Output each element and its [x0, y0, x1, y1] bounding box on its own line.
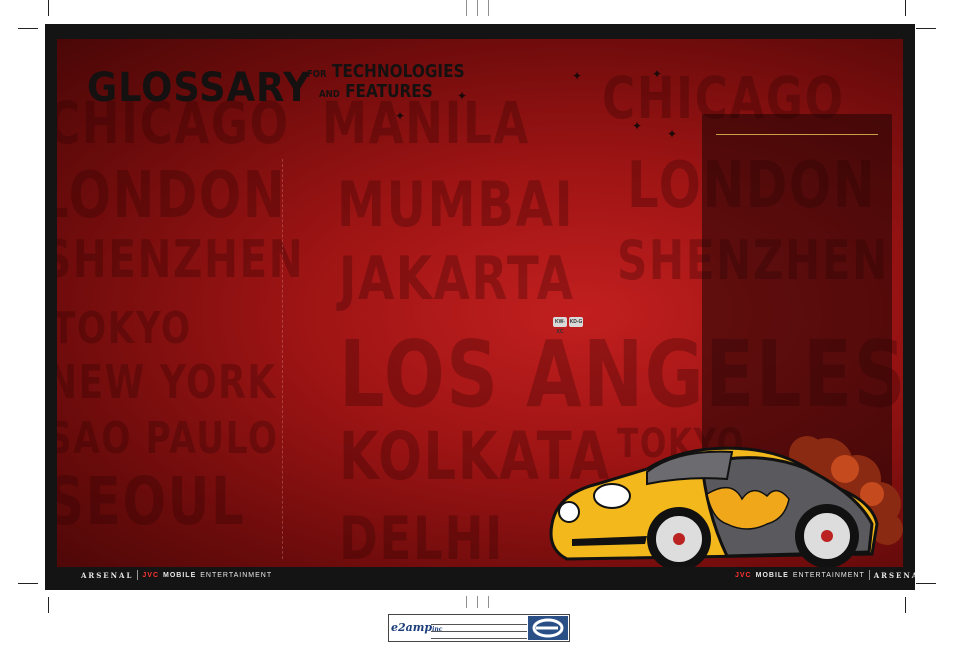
jvc-logo: JVC — [735, 571, 752, 579]
fold-mark — [477, 0, 478, 16]
crop-mark — [905, 0, 906, 16]
footer-mobile: MOBILE — [755, 571, 789, 579]
crop-mark — [48, 597, 49, 613]
arsenal-logo: ARSENAL — [873, 570, 915, 580]
bg-city-word: JAKARTA — [339, 244, 575, 314]
fold-mark — [488, 596, 489, 608]
title-technologies-line: FOR TECHNOLOGIES — [307, 61, 465, 82]
title-for: FOR — [307, 69, 327, 80]
bg-city-word: SHENZHEN — [57, 230, 305, 290]
star-decoration: ✦ — [572, 69, 583, 83]
page-spread: CHICAGO MANILA CHICAGO LONDON MUMBAI LON… — [45, 24, 915, 590]
footer-right: JVC MOBILE ENTERTAINMENT ARSENAL — [735, 567, 915, 583]
arsenal-logo: ARSENAL — [81, 570, 134, 580]
star-decoration: ✦ — [652, 67, 663, 81]
bg-city-word: MUMBAI — [337, 168, 575, 241]
stamp-lines — [431, 618, 527, 639]
crop-mark — [18, 28, 38, 29]
crop-mark — [48, 0, 49, 16]
star-decoration: ✦ — [632, 119, 643, 133]
headlight — [558, 501, 580, 523]
model-badge: KW-XC — [553, 317, 567, 335]
fold-mark — [466, 596, 467, 608]
headlight — [593, 483, 631, 509]
e2amp-wordmark: e2amp — [391, 621, 433, 634]
footer-mobile: MOBILE — [163, 571, 197, 579]
e2amp-logo: e2ampinc — [391, 617, 442, 639]
star-decoration: ✦ — [457, 89, 468, 103]
wheel — [795, 504, 859, 567]
gold-rule — [716, 134, 878, 135]
crop-mark — [916, 28, 936, 29]
footer-divider — [868, 570, 870, 580]
title-features-line: AND FEATURES — [319, 81, 433, 102]
star-decoration: ✦ — [395, 109, 406, 123]
model-badge: KD-G — [569, 317, 583, 327]
fold-mark — [488, 0, 489, 16]
page-fold-line — [282, 159, 284, 559]
fold-mark — [477, 596, 478, 608]
car-windshield — [646, 450, 734, 486]
footer-entertainment: ENTERTAINMENT — [200, 571, 273, 579]
bg-city-word: SEOUL — [57, 463, 246, 540]
printer-stamp: e2ampinc — [388, 614, 570, 642]
crop-mark — [916, 583, 936, 584]
bg-city-word: TOKYO — [57, 303, 192, 354]
title-features: FEATURES — [345, 81, 433, 102]
page-title: GLOSSARY — [87, 65, 311, 111]
bg-city-word: LONDON — [57, 159, 287, 233]
title-and: AND — [319, 89, 340, 100]
bg-city-word: MANILA — [322, 89, 530, 157]
bg-city-word: DELHI — [339, 504, 505, 567]
sports-car-illustration — [549, 436, 903, 567]
footer-entertainment: ENTERTAINMENT — [792, 571, 865, 579]
crop-mark — [905, 597, 906, 613]
bg-city-word: SAO PAULO — [57, 413, 279, 464]
crop-mark — [18, 583, 38, 584]
bg-city-word: NEW YORK — [57, 355, 277, 409]
footer-left: ARSENAL JVC MOBILE ENTERTAINMENT — [81, 567, 272, 583]
title-technologies: TECHNOLOGIES — [331, 61, 465, 82]
star-decoration: ✦ — [667, 127, 678, 141]
e-mark-icon — [528, 616, 568, 640]
jvc-logo: JVC — [142, 571, 160, 579]
red-grunge-panel: CHICAGO MANILA CHICAGO LONDON MUMBAI LON… — [57, 39, 903, 567]
footer-divider — [137, 570, 139, 580]
fold-mark — [466, 0, 467, 16]
